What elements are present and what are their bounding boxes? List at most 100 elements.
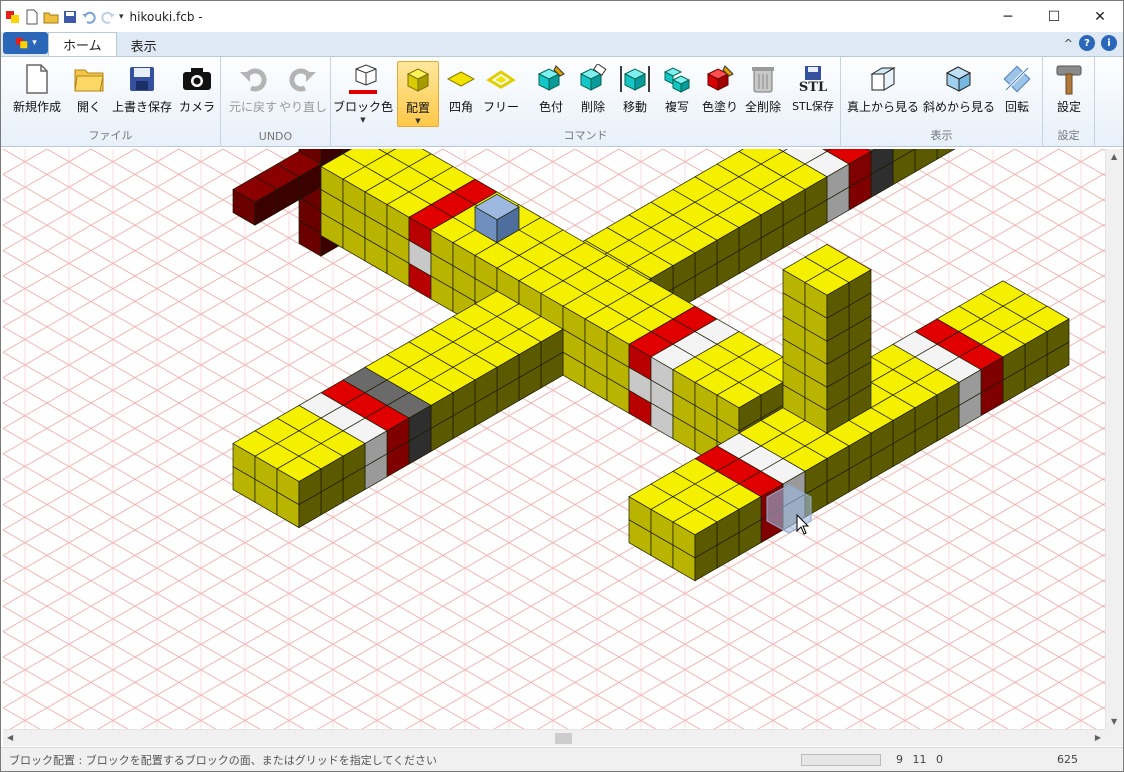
scroll-up-icon[interactable]: ▲: [1111, 152, 1117, 161]
move-button[interactable]: 移動: [617, 61, 653, 125]
new-file-icon[interactable]: [24, 9, 40, 25]
horizontal-scroll-thumb[interactable]: [555, 733, 572, 744]
cursor-coordinates: 9 11 0: [896, 753, 943, 766]
delete-button-label: 削除: [580, 100, 605, 114]
place-block-icon: [406, 68, 430, 92]
minimize-button[interactable]: ─: [985, 1, 1031, 32]
stl-save-button-label: STL保存: [792, 100, 834, 113]
group-undo-label: UNDO: [258, 130, 293, 143]
square-button[interactable]: 四角: [443, 61, 479, 125]
new-button-label: 新規作成: [12, 100, 61, 114]
block-color-cube-icon: [349, 64, 377, 94]
fill-cube-icon: [706, 65, 734, 91]
free-button[interactable]: フリー: [483, 61, 519, 125]
close-button[interactable]: ✕: [1077, 1, 1123, 32]
copy-cube-icon: [663, 67, 691, 93]
redo-icon[interactable]: [100, 9, 116, 25]
camera-button-label: カメラ: [178, 100, 215, 114]
delete-all-button-label: 全削除: [744, 100, 781, 114]
save-icon[interactable]: [62, 9, 78, 25]
status-message: ブロック配置 : ブロックを配置するブロックの面、またはグリッドを指定してくださ…: [9, 753, 438, 767]
progress-bar: [801, 754, 881, 766]
application-menu-button[interactable]: ▾: [3, 32, 48, 54]
voxel-canvas[interactable]: [3, 149, 1105, 729]
redo-arrow-icon: [289, 68, 316, 92]
view-oblique-button-label: 斜めから見る: [923, 100, 996, 114]
undo-icon[interactable]: [81, 9, 97, 25]
eraser-cube-icon: [579, 64, 607, 91]
tab-view[interactable]: 表示: [117, 34, 171, 56]
camera-icon: [183, 68, 211, 90]
group-settings-label: 設定: [1057, 129, 1080, 142]
voxel-scene[interactable]: [3, 149, 1105, 729]
hammer-icon: [1056, 65, 1082, 95]
view-oblique-button[interactable]: 斜めから見る: [923, 61, 995, 125]
view-top-button[interactable]: 真上から見る: [847, 61, 919, 125]
square-area-icon: [446, 71, 476, 87]
open-folder-icon[interactable]: [43, 9, 59, 25]
place-button[interactable]: 配置 ▼: [397, 61, 439, 127]
square-button-label: 四角: [448, 100, 473, 114]
open-button-label: 開く: [76, 100, 101, 114]
open-button[interactable]: 開く: [69, 61, 109, 125]
vertical-scrollbar[interactable]: ▲ ▼: [1105, 149, 1123, 729]
new-document-icon: [26, 64, 48, 94]
save-disk-icon: [130, 67, 154, 91]
maximize-button[interactable]: ☐: [1031, 1, 1077, 32]
copy-button[interactable]: 複写: [659, 61, 695, 125]
group-view-label: 表示: [930, 129, 953, 142]
app-window: ▾ hikouki.fcb - ─ ☐ ✕ ▾ ホーム 表示 ^ ? i 新規作…: [0, 0, 1124, 772]
ribbon-tabs: ▾ ホーム 表示 ^ ? i: [1, 32, 1123, 57]
title-bar: ▾ hikouki.fcb - ─ ☐ ✕: [1, 1, 1123, 32]
view-top-button-label: 真上から見る: [847, 100, 920, 114]
move-cube-icon: [620, 66, 650, 92]
group-command: ブロック色 ▼ 配置 ▼ 四角 フリー 色付 削除 移動 複写 色塗り 全削除 …: [331, 57, 841, 147]
horizontal-scrollbar[interactable]: ◀ ▶: [3, 729, 1105, 746]
tab-home[interactable]: ホーム: [48, 32, 117, 56]
block-color-button[interactable]: ブロック色 ▼: [333, 61, 393, 125]
delete-button[interactable]: 削除: [575, 61, 611, 125]
settings-button[interactable]: 設定: [1049, 61, 1089, 125]
open-folder-icon: [74, 69, 104, 92]
rotate-button-label: 回転: [1004, 100, 1029, 114]
undo-button[interactable]: 元に戻す: [229, 61, 277, 125]
move-button-label: 移動: [622, 100, 647, 114]
group-file: 新規作成 開く 上書き保存 カメラ ファイル: [1, 57, 221, 147]
delete-all-button[interactable]: 全削除: [741, 61, 785, 125]
chevron-down-icon: ▼: [360, 116, 366, 124]
scroll-down-icon[interactable]: ▼: [1111, 717, 1117, 726]
collapse-ribbon-icon[interactable]: ^: [1064, 37, 1073, 50]
scroll-left-icon[interactable]: ◀: [7, 733, 13, 742]
group-settings: 設定 設定: [1043, 57, 1095, 147]
new-button[interactable]: 新規作成: [9, 61, 65, 125]
stl-save-button[interactable]: STL STL保存: [789, 61, 837, 125]
redo-button[interactable]: やり直し: [279, 61, 327, 125]
app-logo-icon: [6, 10, 19, 23]
quick-access-toolbar: ▾: [1, 1, 124, 32]
paint-button-label: 色付: [538, 100, 563, 114]
save-button[interactable]: 上書き保存: [111, 61, 173, 125]
info-icon[interactable]: i: [1101, 35, 1117, 51]
paint-button[interactable]: 色付: [533, 61, 569, 125]
redo-button-label: やり直し: [279, 100, 328, 114]
block-count: 625: [1057, 753, 1078, 766]
group-undo: 元に戻す やり直し UNDO: [221, 57, 331, 147]
group-view: 真上から見る 斜めから見る 回転 表示: [841, 57, 1043, 147]
scroll-right-icon[interactable]: ▶: [1095, 733, 1101, 742]
copy-button-label: 複写: [664, 100, 689, 114]
paint-cube-icon: [537, 65, 565, 91]
place-button-label: 配置: [405, 101, 430, 115]
fill-button[interactable]: 色塗り: [701, 61, 739, 125]
trash-icon: [752, 67, 774, 93]
undo-arrow-icon: [240, 68, 267, 92]
rotate-button[interactable]: 回転: [997, 61, 1037, 125]
top-view-cube-icon: [870, 67, 896, 91]
stl-disk-icon: [805, 65, 821, 80]
rotate-icon: [1003, 65, 1031, 93]
help-icon[interactable]: ?: [1079, 35, 1095, 51]
camera-button[interactable]: カメラ: [177, 61, 217, 125]
save-button-label: 上書き保存: [111, 100, 172, 114]
chevron-down-icon: ▾: [32, 38, 37, 48]
free-draw-icon: [486, 70, 516, 89]
customize-qa-icon[interactable]: ▾: [119, 12, 124, 22]
